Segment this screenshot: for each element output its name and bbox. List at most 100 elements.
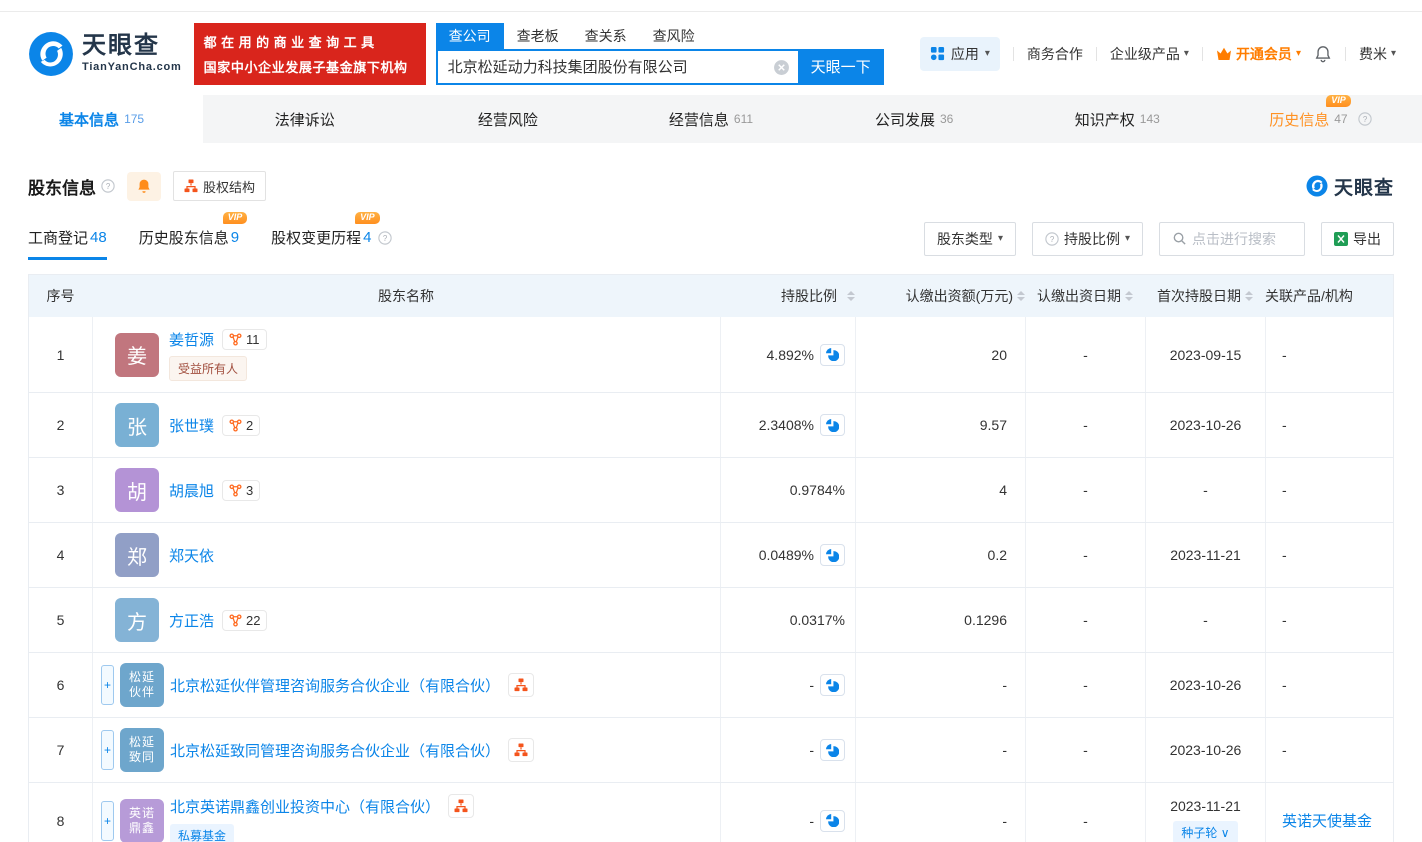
shareholder-cell: 方方正浩 22 (92, 588, 720, 652)
shareholder-name-link[interactable]: 北京松延伙伴管理咨询服务合伙企业（有限合伙） (170, 675, 500, 696)
pie-chart-icon-button[interactable] (820, 739, 845, 761)
shareholder-name-link[interactable]: 北京松延致同管理咨询服务合伙企业（有限合伙） (170, 740, 500, 761)
search-tab-查老板[interactable]: 查老板 (504, 23, 572, 49)
tab-法律诉讼[interactable]: 法律诉讼 (203, 95, 406, 143)
tab-知识产权[interactable]: 知识产权 143 (1016, 95, 1219, 143)
subtab-股权变更历程[interactable]: 股权变更历程 VIP 4? (271, 212, 393, 260)
expand-row-button[interactable]: + (101, 665, 114, 705)
tab-label: 历史信息 (1269, 111, 1330, 129)
clear-search-icon[interactable] (773, 59, 790, 76)
avatar[interactable]: 英诺 鼎鑫 (120, 798, 164, 842)
pie-chart-icon-button[interactable] (820, 414, 845, 436)
ratio-value: 0.9784% (789, 482, 845, 498)
subscribed-amount-cell: 9.57 (855, 393, 1025, 457)
sort-icon[interactable] (1017, 291, 1025, 301)
subscription-date-cell: - (1025, 393, 1145, 457)
open-membership-button[interactable]: 开通会员 ▾ (1216, 44, 1301, 64)
search-tab-查风险[interactable]: 查风险 (640, 23, 708, 49)
tab-公司发展[interactable]: 公司发展 36 (813, 95, 1016, 143)
apps-menu-button[interactable]: 应用 ▾ (919, 36, 1000, 71)
nav-item-enterprise[interactable]: 企业级产品 ▾ (1110, 44, 1189, 64)
shareholder-name-link[interactable]: 姜哲源 (169, 329, 214, 350)
notification-bell-icon[interactable] (1314, 45, 1332, 63)
table-search-placeholder: 点击进行搜索 (1192, 230, 1276, 247)
avatar[interactable]: 张 (115, 403, 159, 447)
monitor-bell-button[interactable] (127, 171, 161, 201)
avatar[interactable]: 方 (115, 598, 159, 642)
funding-round-tag[interactable]: 种子轮 ∨ (1173, 820, 1238, 842)
column-header-持股比例: 持股比例 (720, 275, 855, 317)
equity-relation-badge[interactable]: 11 (222, 328, 267, 350)
search-input[interactable] (435, 48, 798, 85)
column-header-认缴出资日期: 认缴出资日期 (1025, 275, 1145, 317)
svg-text:?: ? (1362, 115, 1367, 124)
pie-chart-icon-button[interactable] (820, 343, 845, 366)
tab-基本信息[interactable]: 基本信息 175 (0, 95, 204, 143)
table-row: 7 + 松延 致同 北京松延致同管理咨询服务合伙企业（有限合伙） - - -2023-10-2… (29, 718, 1393, 783)
related-product-cell: - (1265, 393, 1393, 457)
avatar[interactable]: 松延 伙伴 (120, 663, 164, 707)
divider (1344, 46, 1346, 61)
expand-row-button[interactable]: + (101, 730, 114, 770)
logo-domain: TianYanCha.com (82, 61, 182, 73)
export-button[interactable]: 导出 (1321, 221, 1394, 256)
first-holding-date-cell: - (1145, 458, 1265, 522)
tab-历史信息[interactable]: 历史信息 VIP 47? (1219, 95, 1422, 143)
column-label: 认缴出资额(万元) (905, 288, 1013, 304)
subscribed-amount-cell: 0.2 (855, 523, 1025, 587)
subtab-label: 历史股东信息 (138, 230, 229, 247)
search-tab-查关系[interactable]: 查关系 (572, 23, 640, 49)
ratio-filter[interactable]: ? 持股比例 ▾ (1031, 221, 1143, 256)
avatar[interactable]: 姜 (115, 332, 159, 377)
avatar[interactable]: 胡 (115, 468, 159, 512)
column-header-认缴出资额(万元): 认缴出资额(万元) (855, 275, 1025, 317)
equity-relation-badge[interactable]: 3 (222, 479, 261, 501)
equity-structure-button[interactable]: 股权结构 (173, 171, 267, 201)
shareholder-name-link[interactable]: 郑天依 (169, 545, 214, 566)
help-icon[interactable]: ? (101, 179, 115, 193)
related-product-cell: - (1265, 718, 1393, 782)
shareholder-type-label: 股东类型 (936, 230, 993, 247)
sort-icon[interactable] (1125, 291, 1133, 301)
avatar[interactable]: 郑 (115, 533, 159, 577)
subtab-历史股东信息[interactable]: 历史股东信息 VIP 9 (138, 212, 248, 260)
subtab-count: 4 (363, 229, 372, 246)
avatar[interactable]: 松延 致同 (120, 728, 164, 772)
equity-structure-icon-button[interactable] (448, 794, 475, 818)
first-holding-date-cell: 2023-10-26 (1145, 653, 1265, 717)
related-fund-link[interactable]: 英诺天使基金 (1282, 810, 1372, 831)
pie-chart-icon-button[interactable] (820, 809, 845, 832)
nav-item-partner[interactable]: 商务合作 (1027, 44, 1083, 64)
search-button[interactable]: 天眼一下 (797, 48, 884, 85)
subtab-工商登记[interactable]: 工商登记 48 (28, 227, 107, 260)
shareholder-name-link[interactable]: 胡晨旭 (169, 480, 214, 501)
tianyancha-logo[interactable]: 天眼查 TianYanCha.com (28, 31, 182, 77)
help-icon[interactable]: ? (1357, 112, 1372, 126)
vip-badge: VIP (222, 212, 248, 224)
pie-chart-icon-button[interactable] (820, 674, 845, 696)
tab-经营信息[interactable]: 经营信息 611 (609, 95, 812, 143)
relation-count: 22 (246, 612, 261, 628)
shareholder-tag[interactable]: 私募基金 (170, 824, 235, 842)
user-menu[interactable]: 费米 ▾ (1359, 44, 1396, 64)
shareholder-name-link[interactable]: 张世璞 (169, 415, 214, 436)
help-icon: ? (1045, 231, 1059, 246)
table-search-input[interactable]: 点击进行搜索 (1159, 221, 1305, 256)
expand-row-button[interactable]: + (101, 800, 114, 841)
tab-经营风险[interactable]: 经营风险 (406, 95, 609, 143)
equity-relation-badge[interactable]: 22 (222, 609, 268, 631)
search-tab-查公司[interactable]: 查公司 (435, 22, 504, 49)
sort-icon[interactable] (1245, 291, 1253, 301)
ratio-cell: 2.3408% (720, 393, 855, 457)
shareholder-name-link[interactable]: 方正浩 (169, 610, 214, 631)
equity-structure-icon-button[interactable] (508, 738, 535, 762)
shareholder-type-filter[interactable]: 股东类型 ▾ (923, 221, 1016, 256)
vip-badge: VIP (355, 212, 380, 224)
equity-relation-badge[interactable]: 2 (222, 414, 261, 436)
help-icon[interactable]: ? (378, 230, 393, 245)
watermark-label: 天眼查 (1333, 177, 1394, 199)
sort-icon[interactable] (847, 291, 855, 301)
equity-structure-icon-button[interactable] (508, 673, 535, 697)
pie-chart-icon-button[interactable] (820, 544, 845, 566)
shareholder-name-link[interactable]: 北京英诺鼎鑫创业投资中心（有限合伙） (170, 796, 440, 817)
